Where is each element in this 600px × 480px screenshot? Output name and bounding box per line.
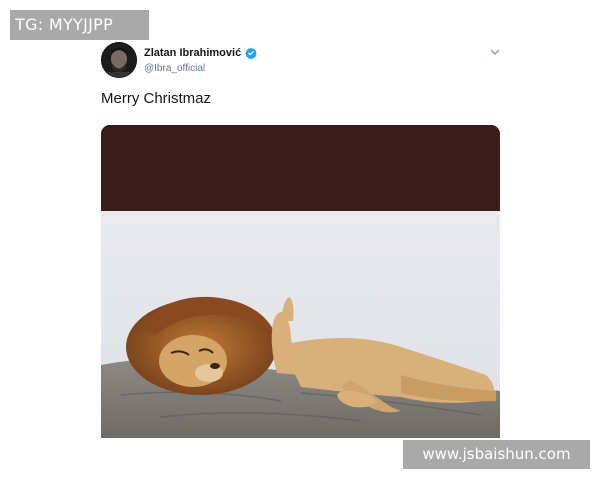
chevron-down-icon[interactable] — [489, 46, 501, 58]
user-handle[interactable]: @Ibra_official — [144, 63, 205, 74]
tweet-card: Zlatan Ibrahimović @Ibra_official Merry … — [101, 42, 501, 438]
avatar-photo-icon — [101, 42, 137, 78]
tweet-text: Merry Christmaz — [101, 90, 212, 107]
tweet-media-image[interactable] — [101, 125, 500, 438]
watermark-bottom: www.jsbaishun.com — [403, 440, 590, 469]
display-name[interactable]: Zlatan Ibrahimović — [144, 47, 241, 59]
avatar[interactable] — [101, 42, 137, 78]
verified-badge-icon — [245, 47, 258, 59]
name-row: Zlatan Ibrahimović — [144, 47, 258, 59]
lion-photo-icon — [101, 125, 500, 438]
watermark-top: TG: MYYJJPP — [10, 10, 149, 40]
tweet-header: Zlatan Ibrahimović @Ibra_official — [101, 42, 501, 82]
